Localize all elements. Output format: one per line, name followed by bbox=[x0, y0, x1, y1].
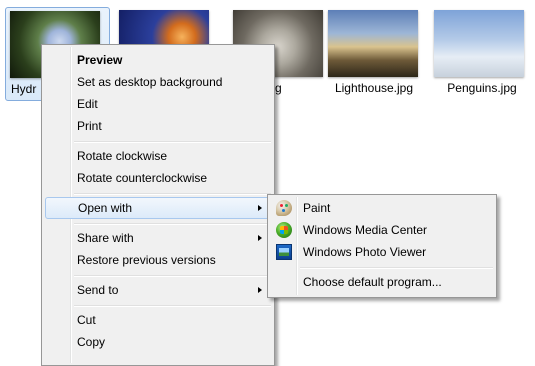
menu-item-label: Restore previous versions bbox=[77, 253, 216, 267]
submenu-item-label: Choose default program... bbox=[303, 275, 442, 289]
menu-separator bbox=[74, 223, 271, 225]
context-menu: Preview Set as desktop background Edit P… bbox=[41, 44, 275, 366]
submenu-item-label: Windows Photo Viewer bbox=[303, 245, 427, 259]
menu-separator bbox=[300, 267, 493, 269]
menu-item-set-desktop-background[interactable]: Set as desktop background bbox=[45, 71, 271, 93]
submenu-item-label: Paint bbox=[303, 201, 331, 215]
menu-item-label: Rotate counterclockwise bbox=[77, 171, 208, 185]
file-item-lighthouse[interactable]: Lighthouse.jpg bbox=[320, 0, 428, 104]
menu-separator bbox=[74, 305, 271, 307]
submenu-item-paint[interactable]: Paint bbox=[271, 197, 493, 219]
file-name-label: Hydr bbox=[11, 82, 37, 96]
lighthouse-thumbnail bbox=[328, 10, 418, 77]
penguins-thumbnail bbox=[434, 10, 524, 77]
paint-icon bbox=[276, 200, 292, 216]
menu-item-send-to[interactable]: Send to bbox=[45, 279, 271, 301]
menu-item-restore-previous-versions[interactable]: Restore previous versions bbox=[45, 249, 271, 271]
windows-media-center-icon bbox=[276, 222, 292, 238]
menu-separator bbox=[74, 193, 271, 195]
menu-separator bbox=[74, 275, 271, 277]
menu-item-print[interactable]: Print bbox=[45, 115, 271, 137]
menu-item-label: Share with bbox=[77, 231, 134, 245]
menu-item-preview[interactable]: Preview bbox=[45, 49, 271, 71]
menu-item-label: Set as desktop background bbox=[77, 75, 223, 89]
menu-item-label: Send to bbox=[77, 283, 119, 297]
menu-item-cut[interactable]: Cut bbox=[45, 309, 271, 331]
submenu-item-windows-photo-viewer[interactable]: Windows Photo Viewer bbox=[271, 241, 493, 263]
file-name-label: Lighthouse.jpg bbox=[334, 81, 414, 95]
menu-item-label: Copy bbox=[77, 335, 106, 349]
submenu-arrow-icon bbox=[258, 235, 262, 241]
submenu-item-choose-default-program[interactable]: Choose default program... bbox=[271, 271, 493, 293]
menu-item-open-with[interactable]: Open with bbox=[45, 197, 271, 219]
menu-item-copy[interactable]: Copy bbox=[45, 331, 271, 353]
menu-item-edit[interactable]: Edit bbox=[45, 93, 271, 115]
submenu-arrow-icon bbox=[258, 205, 262, 211]
menu-item-label: Edit bbox=[77, 97, 98, 111]
submenu-arrow-icon bbox=[258, 287, 262, 293]
menu-item-label: Preview bbox=[77, 53, 123, 67]
file-item-penguins[interactable]: Penguins.jpg bbox=[422, 0, 530, 104]
submenu-item-windows-media-center[interactable]: Windows Media Center bbox=[271, 219, 493, 241]
file-name-label: Penguins.jpg bbox=[447, 81, 517, 95]
menu-item-label: Cut bbox=[77, 313, 96, 327]
menu-item-rotate-clockwise[interactable]: Rotate clockwise bbox=[45, 145, 271, 167]
menu-item-label: Open with bbox=[78, 201, 133, 215]
menu-separator bbox=[74, 141, 271, 143]
menu-item-rotate-counterclockwise[interactable]: Rotate counterclockwise bbox=[45, 167, 271, 189]
menu-item-share-with[interactable]: Share with bbox=[45, 227, 271, 249]
windows-photo-viewer-icon bbox=[276, 244, 292, 260]
menu-item-label: Rotate clockwise bbox=[77, 149, 168, 163]
submenu-item-label: Windows Media Center bbox=[303, 223, 428, 237]
menu-item-label: Print bbox=[77, 119, 102, 133]
open-with-submenu: Paint Windows Media Center Windows Photo… bbox=[267, 194, 497, 298]
